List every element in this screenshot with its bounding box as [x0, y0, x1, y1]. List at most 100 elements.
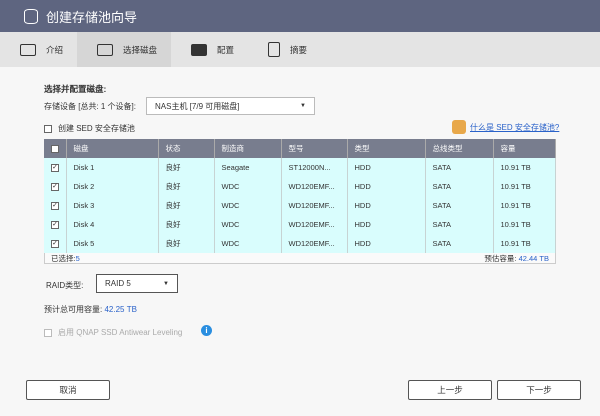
- table-row[interactable]: ✓ Disk 5良好WDCWD120EMF...HDDSATA10.91 TB: [44, 234, 556, 253]
- row-select[interactable]: ✓: [44, 234, 66, 253]
- table-cell: SATA: [425, 177, 493, 196]
- step-label: 摘要: [290, 44, 307, 56]
- sed-option[interactable]: 创建 SED 安全存储池: [44, 123, 135, 134]
- table-cell: HDD: [347, 158, 425, 177]
- row-checkbox[interactable]: ✓: [51, 183, 59, 191]
- table-row[interactable]: ✓ Disk 3良好WDCWD120EMF...HDDSATA10.91 TB: [44, 196, 556, 215]
- sed-label: 创建 SED 安全存储池: [58, 124, 135, 133]
- est-label: 预估容量:: [484, 254, 516, 263]
- table-cell: 良好: [158, 196, 214, 215]
- section-title: 选择并配置磁盘:: [44, 83, 106, 95]
- antiwear-checkbox[interactable]: [44, 329, 52, 337]
- chevron-down-icon: ▼: [163, 281, 169, 287]
- select-value: NAS主机 [7/9 可用磁盘]: [155, 101, 239, 112]
- row-select[interactable]: ✓: [44, 215, 66, 234]
- select-all-header[interactable]: [44, 139, 66, 158]
- table-cell: 10.91 TB: [493, 196, 556, 215]
- table-cell: WDC: [214, 196, 281, 215]
- sed-checkbox[interactable]: [44, 125, 52, 133]
- back-button[interactable]: 上一步: [408, 380, 492, 400]
- table-cell: WDC: [214, 234, 281, 253]
- table-cell: WDC: [214, 215, 281, 234]
- cancel-button[interactable]: 取消: [26, 380, 110, 400]
- table-cell: SATA: [425, 215, 493, 234]
- selected-label: 已选择:: [51, 254, 76, 263]
- sed-help-link[interactable]: 什么是 SED 安全存储池?: [470, 122, 559, 133]
- raid-icon: [191, 44, 207, 56]
- table-row[interactable]: ✓Disk 2良好WDCWD120EMF...HDDSATA10.91 TB: [44, 177, 556, 196]
- chevron-down-icon: ▼: [300, 103, 306, 109]
- antiwear-option[interactable]: 启用 QNAP SSD Antiwear Leveling: [44, 327, 182, 338]
- table-cell: Disk 3: [66, 196, 158, 215]
- table-cell: Seagate: [214, 158, 281, 177]
- select-all-checkbox[interactable]: [51, 145, 59, 153]
- selected-value: 5: [76, 254, 80, 263]
- table-cell: HDD: [347, 177, 425, 196]
- column-header[interactable]: 磁盘: [66, 139, 158, 158]
- storage-device-select[interactable]: NAS主机 [7/9 可用磁盘] ▼: [146, 97, 315, 115]
- storage-device-label: 存储设备 [总共: 1 个设备]:: [44, 101, 136, 112]
- raid-label: RAID类型:: [46, 280, 83, 291]
- row-checkbox[interactable]: ✓: [51, 240, 59, 248]
- raid-select[interactable]: RAID 5 ▼: [96, 274, 178, 293]
- table-footer: 已选择:5 预估容量: 42.44 TB: [44, 253, 556, 264]
- column-header[interactable]: 状态: [158, 139, 214, 158]
- table-cell: WD120EMF...: [281, 177, 347, 196]
- disks-icon: [20, 44, 36, 56]
- row-select[interactable]: ✓: [44, 158, 66, 177]
- column-header[interactable]: 总线类型: [425, 139, 493, 158]
- table-cell: ST12000N...: [281, 158, 347, 177]
- column-header[interactable]: 容量: [493, 139, 556, 158]
- table-cell: SATA: [425, 196, 493, 215]
- drive-icon: [97, 44, 113, 56]
- step-summary: 摘要: [248, 32, 321, 67]
- row-checkbox[interactable]: ✓: [51, 202, 59, 210]
- estimated-capacity: 预估容量: 42.44 TB: [484, 253, 549, 264]
- table-cell: WD120EMF...: [281, 234, 347, 253]
- table-cell: 良好: [158, 234, 214, 253]
- table-cell: Disk 4: [66, 215, 158, 234]
- row-select[interactable]: ✓: [44, 196, 66, 215]
- table-cell: 10.91 TB: [493, 158, 556, 177]
- step-config: 配置: [171, 32, 248, 67]
- row-checkbox[interactable]: ✓: [51, 164, 59, 172]
- table-cell: 10.91 TB: [493, 215, 556, 234]
- table-cell: WD120EMF...: [281, 215, 347, 234]
- table-cell: WD120EMF...: [281, 196, 347, 215]
- table-cell: 10.91 TB: [493, 234, 556, 253]
- row-checkbox[interactable]: ✓: [51, 221, 59, 229]
- storage-pool-icon: [24, 9, 38, 24]
- step-label: 介绍: [46, 44, 63, 56]
- wizard-steps: 介绍 选择磁盘 配置 摘要: [0, 32, 600, 67]
- usable-value: 42.25 TB: [104, 305, 136, 314]
- column-header[interactable]: 类型: [347, 139, 425, 158]
- usable-capacity: 预计总可用容量: 42.25 TB: [44, 304, 137, 315]
- table-cell: WDC: [214, 177, 281, 196]
- row-select[interactable]: ✓: [44, 177, 66, 196]
- helper-avatar-icon: [452, 120, 466, 134]
- table-cell: 良好: [158, 177, 214, 196]
- window-title: 创建存储池向导: [46, 7, 137, 26]
- antiwear-label: 启用 QNAP SSD Antiwear Leveling: [58, 328, 182, 337]
- title-bar: 创建存储池向导: [0, 0, 600, 32]
- column-header[interactable]: 制造商: [214, 139, 281, 158]
- table-cell: HDD: [347, 196, 425, 215]
- table-row[interactable]: ✓Disk 4良好WDCWD120EMF...HDDSATA10.91 TB: [44, 215, 556, 234]
- selected-count: 已选择:5: [51, 253, 80, 264]
- table-cell: Disk 5: [66, 234, 158, 253]
- table-cell: HDD: [347, 234, 425, 253]
- step-label: 配置: [217, 44, 234, 56]
- column-header[interactable]: 型号: [281, 139, 347, 158]
- select-value: RAID 5: [105, 279, 131, 288]
- est-value: 42.44 TB: [519, 254, 549, 263]
- usable-label: 预计总可用容量:: [44, 305, 102, 314]
- table-row[interactable]: ✓Disk 1良好SeagateST12000N...HDDSATA10.91 …: [44, 158, 556, 177]
- table-cell: HDD: [347, 215, 425, 234]
- step-intro: 介绍: [0, 32, 77, 67]
- table-cell: SATA: [425, 234, 493, 253]
- next-button[interactable]: 下一步: [497, 380, 581, 400]
- sed-help[interactable]: 什么是 SED 安全存储池?: [452, 120, 559, 134]
- info-icon[interactable]: i: [201, 325, 212, 336]
- step-select-disks: 选择磁盘: [77, 32, 171, 67]
- table-cell: SATA: [425, 158, 493, 177]
